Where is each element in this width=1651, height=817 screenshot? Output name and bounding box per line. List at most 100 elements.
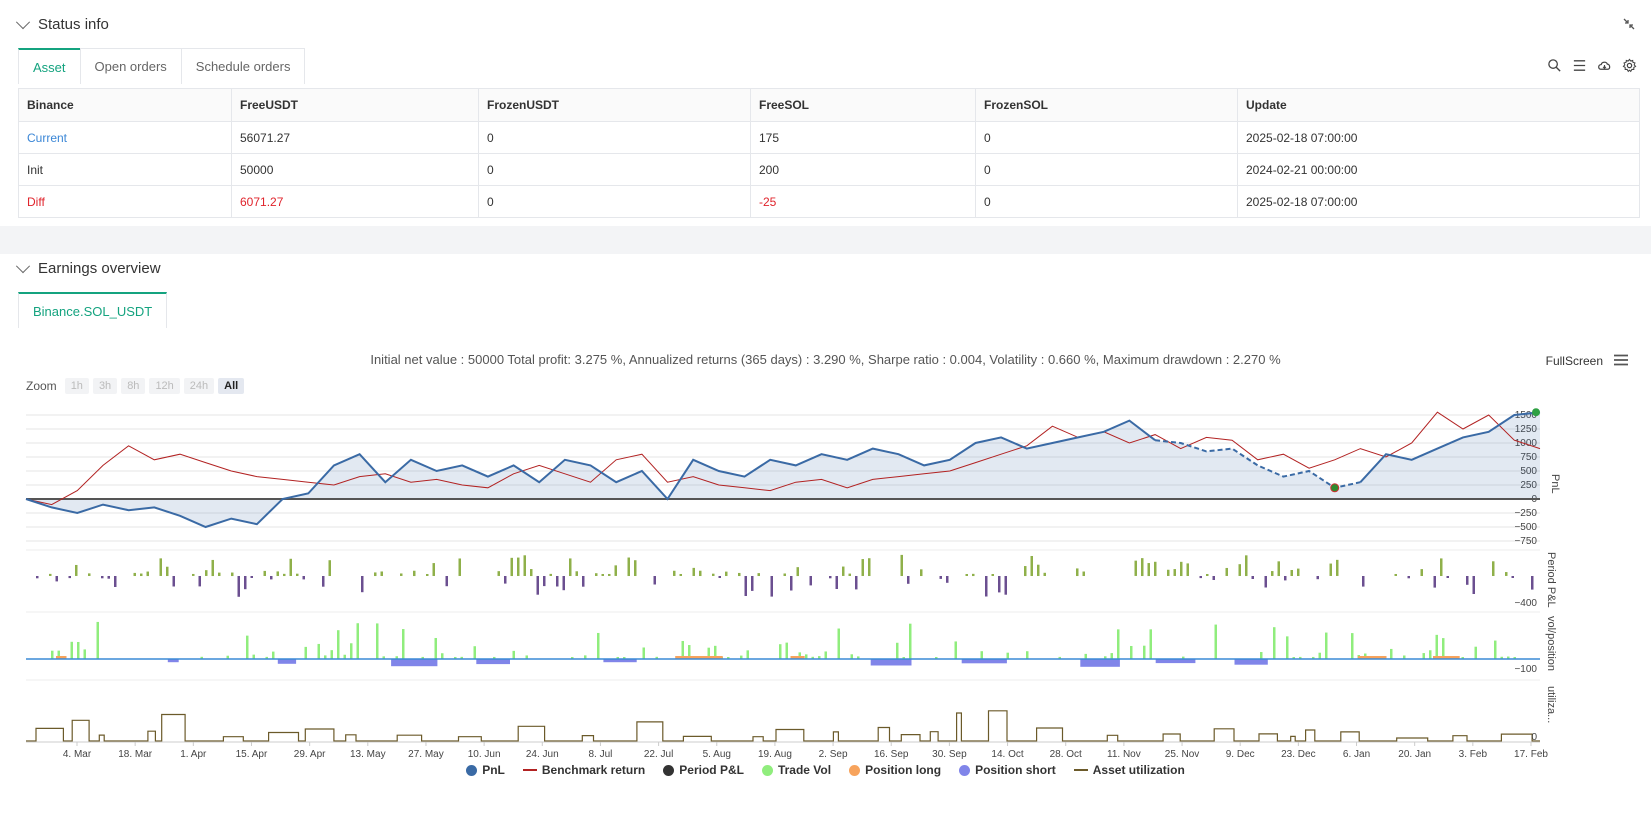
period-pnl-bar	[1433, 576, 1436, 588]
search-icon[interactable]	[1547, 58, 1562, 73]
row-label-init: Init	[18, 153, 232, 186]
period-pnl-bar	[673, 570, 676, 576]
row-label-current[interactable]: Current	[18, 121, 232, 154]
trade-vol-bar	[597, 632, 600, 659]
table-cell: 200	[750, 153, 976, 186]
period-pnl-bar	[413, 570, 416, 577]
table-row: Init 50000 0 200 0 2024-02-21 00:00:00	[18, 153, 1640, 186]
table-cell: 0	[478, 153, 751, 186]
period-pnl-bar	[1180, 561, 1183, 577]
legend-item-pnl[interactable]: PnL	[466, 763, 505, 777]
tab-asset[interactable]: Asset	[18, 48, 81, 84]
period-pnl-bar	[855, 576, 858, 590]
period-pnl-bar	[283, 573, 286, 577]
legend-dot	[959, 764, 971, 776]
period-pnl-bar	[751, 576, 754, 591]
period-pnl-bar	[140, 573, 143, 577]
period-pnl-bar	[198, 576, 201, 587]
pane-label-pnl: PnL	[1549, 474, 1561, 494]
period-pnl-bar	[985, 576, 988, 597]
period-pnl-bar	[614, 565, 617, 576]
x-tick-label: 8. Jul	[588, 749, 612, 760]
column-header: Binance	[18, 88, 232, 122]
status-tabs: Asset Open orders Schedule orders	[18, 48, 306, 84]
period-pnl-bar	[1167, 569, 1170, 576]
position-short-bar	[476, 659, 510, 665]
x-tick-label: 13. May	[350, 749, 386, 760]
period-pnl-bar	[270, 576, 273, 580]
earnings-chart[interactable]: 1500125010007505002500−250−500−750PnL−40…	[0, 254, 1651, 817]
period-pnl-bar	[426, 573, 429, 576]
table-cell: 50000	[231, 153, 479, 186]
trade-vol-bar	[1318, 652, 1321, 660]
period-pnl-bar	[88, 573, 91, 576]
period-pnl-bar	[497, 571, 500, 576]
legend-line	[522, 769, 537, 771]
legend-label: Position long	[865, 763, 942, 777]
period-pnl-bar	[1043, 572, 1046, 576]
period-pnl-bar	[400, 573, 403, 576]
column-header: FreeSOL	[750, 88, 976, 122]
x-tick-label: 18. Mar	[118, 749, 153, 760]
y-tick-label: 0	[1531, 732, 1537, 743]
period-pnl-bar	[835, 576, 838, 589]
period-pnl-bar	[1277, 561, 1280, 577]
trade-vol-bar	[980, 651, 983, 659]
period-pnl-bar	[1492, 561, 1495, 576]
period-pnl-bar	[1238, 564, 1241, 576]
row-label-diff: Diff	[18, 185, 232, 218]
status-info-panel: Status info Asset Open orders Schedule o…	[0, 0, 1651, 226]
period-pnl-bar	[556, 576, 559, 587]
period-pnl-bar	[133, 572, 136, 577]
x-tick-label: 15. Apr	[236, 749, 268, 760]
legend-item-trade-vol[interactable]: Trade Vol	[761, 763, 831, 777]
trade-vol-bar	[337, 630, 340, 660]
trade-vol-bar	[77, 641, 80, 659]
column-header: FrozenUSDT	[478, 88, 751, 122]
chart-legend: PnL Benchmark return Period P&L Trade Vo…	[0, 763, 1651, 777]
trade-vol-bar	[402, 629, 405, 659]
legend-dot	[849, 764, 861, 776]
trade-vol-bar	[642, 647, 645, 659]
table-cell: 0	[975, 185, 1238, 218]
settings-gear-icon[interactable]	[1622, 58, 1637, 73]
period-pnl-bar	[900, 554, 903, 576]
period-pnl-bar	[458, 558, 461, 576]
period-pnl-bar	[972, 573, 975, 577]
legend-item-asset-utilization[interactable]: Asset utilization	[1073, 763, 1185, 777]
period-pnl-bar	[861, 559, 864, 576]
y-tick-label: −100	[1514, 664, 1537, 675]
period-pnl-bar	[192, 573, 195, 576]
status-info-header[interactable]: Status info	[15, 14, 109, 33]
list-icon[interactable]	[1572, 58, 1587, 73]
period-pnl-bar	[322, 576, 325, 587]
legend-item-period-pnl[interactable]: Period P&L	[663, 763, 744, 777]
x-tick-label: 5. Aug	[703, 749, 731, 760]
period-pnl-bar	[991, 573, 994, 576]
trade-vol-bar	[434, 637, 437, 659]
trade-vol-bar	[246, 635, 249, 660]
tab-open-orders[interactable]: Open orders	[79, 48, 182, 84]
period-pnl-bar	[783, 573, 786, 576]
period-pnl-bar	[920, 569, 923, 577]
trade-vol-bar	[779, 644, 782, 659]
period-pnl-bar	[510, 557, 513, 577]
legend-dot	[466, 764, 478, 776]
period-pnl-bar	[1440, 558, 1443, 577]
period-pnl-bar	[432, 563, 435, 576]
trade-vol-bar	[1110, 653, 1113, 659]
trade-vol-bar	[1130, 645, 1133, 659]
collapse-arrows-icon[interactable]	[1623, 18, 1635, 30]
legend-item-benchmark-return[interactable]: Benchmark return	[522, 763, 646, 777]
cloud-download-icon[interactable]	[1597, 58, 1612, 73]
period-pnl-bar	[36, 576, 39, 579]
tab-schedule-orders[interactable]: Schedule orders	[180, 48, 306, 84]
period-pnl-bar	[55, 576, 58, 582]
period-pnl-bar	[868, 558, 871, 577]
legend-item-position-long[interactable]: Position long	[849, 763, 941, 777]
legend-item-position-short[interactable]: Position short	[959, 763, 1056, 777]
trade-vol-bar	[330, 650, 333, 660]
legend-dot	[761, 764, 773, 776]
x-tick-label: 14. Oct	[991, 749, 1023, 760]
legend-label: Benchmark return	[541, 763, 646, 777]
